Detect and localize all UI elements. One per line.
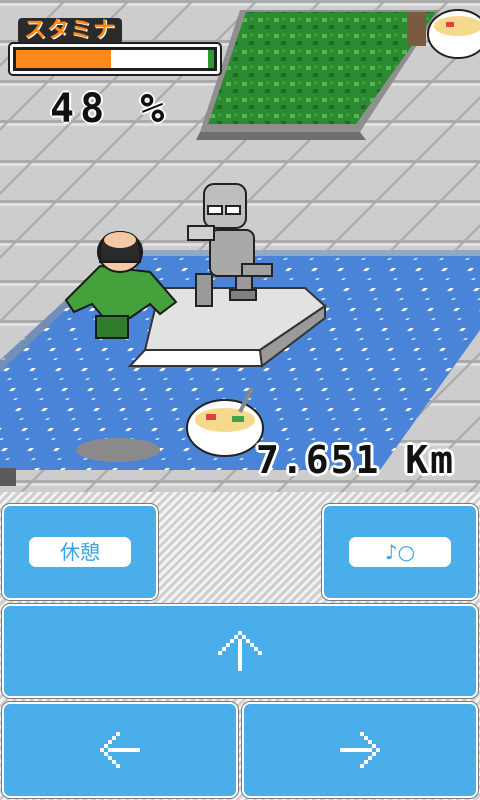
game-screen: スタミナ 48 % 7.651 Km 休憩 ♪○ bbox=[0, 0, 480, 800]
right-button[interactable] bbox=[242, 702, 478, 798]
right-arrow-icon bbox=[340, 732, 380, 768]
stamina-bar bbox=[10, 44, 220, 74]
stamina-bar-end bbox=[208, 50, 214, 68]
distance-counter: 7.651 Km bbox=[256, 438, 456, 482]
brown-post bbox=[408, 12, 426, 46]
stamina-track bbox=[16, 50, 214, 68]
sound-toggle-label: ♪○ bbox=[349, 537, 451, 567]
stamina-label: スタミナ bbox=[18, 18, 123, 44]
ground-marker bbox=[0, 468, 16, 486]
left-button[interactable] bbox=[2, 702, 238, 798]
rest-button-label: 休憩 bbox=[29, 537, 131, 567]
rest-button[interactable]: 休憩 bbox=[2, 504, 158, 600]
ramen-bowl-corner bbox=[427, 9, 480, 59]
left-arrow-icon bbox=[100, 732, 140, 768]
sound-toggle-button[interactable]: ♪○ bbox=[322, 504, 478, 600]
up-arrow-icon bbox=[218, 631, 262, 671]
forward-button[interactable] bbox=[2, 604, 478, 698]
stamina-fill bbox=[16, 50, 112, 68]
stamina-percent: 48 % bbox=[50, 86, 171, 132]
puddle bbox=[76, 438, 160, 462]
control-panel: 休憩 ♪○ bbox=[0, 492, 480, 800]
